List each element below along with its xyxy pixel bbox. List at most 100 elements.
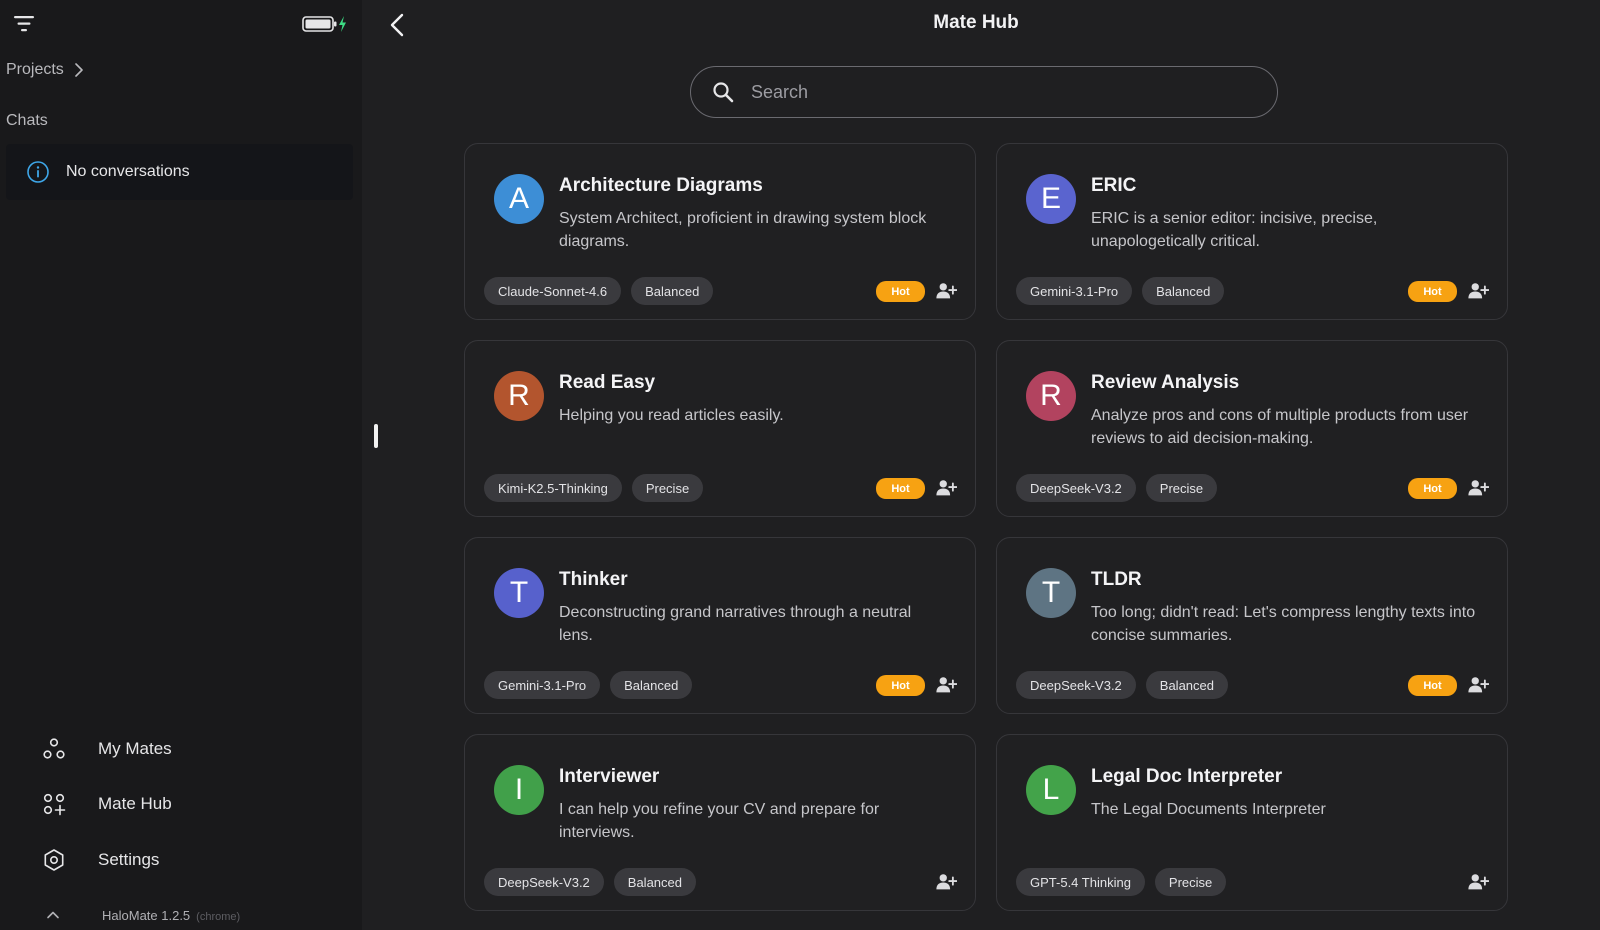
add-user-icon[interactable]: [1467, 280, 1489, 302]
add-user-icon[interactable]: [935, 871, 957, 893]
mate-card[interactable]: I Interviewer I can help you refine your…: [464, 734, 976, 911]
model-tag: DeepSeek-V3.2: [1016, 671, 1136, 699]
mate-description: I can help you refine your CV and prepar…: [559, 801, 880, 841]
model-tag: Gemini-3.1-Pro: [1016, 277, 1133, 305]
hot-badge: Hot: [876, 675, 925, 696]
sidebar-footer: HaloMate 1.2.5 (chrome): [46, 905, 240, 925]
settings-icon: [44, 849, 64, 871]
model-tag: DeepSeek-V3.2: [484, 868, 604, 896]
mates-icon: [43, 738, 65, 759]
search-icon: [713, 82, 734, 103]
mate-description: Helping you read articles easily.: [559, 407, 784, 424]
projects-link[interactable]: Projects: [6, 58, 84, 82]
sidebar-top-bar: [12, 12, 348, 40]
add-user-icon[interactable]: [1467, 674, 1489, 696]
empty-conversations-notice: No conversations: [6, 144, 353, 200]
mate-card[interactable]: A Architecture Diagrams System Architect…: [464, 143, 976, 320]
mate-avatar: L: [1026, 765, 1076, 815]
add-user-icon[interactable]: [935, 280, 957, 302]
info-icon: [27, 161, 49, 183]
mate-description: Too long; didn't read: Let's compress le…: [1091, 604, 1476, 644]
sidebar: Projects Chats No conversations My Mates…: [0, 0, 362, 930]
model-tag: Kimi-K2.5-Thinking: [484, 474, 622, 502]
mate-tags: DeepSeek-V3.2 Precise: [1016, 474, 1218, 502]
mate-description: System Architect, proficient in drawing …: [559, 210, 927, 250]
add-user-icon[interactable]: [1467, 871, 1489, 893]
mate-title: Thinker: [559, 569, 628, 590]
mate-description: Analyze pros and cons of multiple produc…: [1091, 407, 1469, 447]
mate-card[interactable]: R Review Analysis Analyze pros and cons …: [996, 340, 1508, 517]
add-user-icon[interactable]: [1467, 477, 1489, 499]
sidebar-item-label: Settings: [98, 850, 160, 869]
projects-label: Projects: [6, 61, 64, 78]
chats-section-label: Chats: [6, 112, 48, 129]
mate-avatar: E: [1026, 174, 1076, 224]
sidebar-item-mate-hub[interactable]: Mate Hub: [42, 790, 302, 818]
add-user-icon[interactable]: [935, 477, 957, 499]
sidebar-item-label: Mate Hub: [98, 794, 172, 813]
hot-badge: Hot: [1408, 281, 1457, 302]
hot-badge: Hot: [876, 478, 925, 499]
filter-icon[interactable]: [12, 12, 36, 36]
search-bar[interactable]: [690, 66, 1278, 118]
mode-tag: Balanced: [613, 868, 696, 896]
mode-tag: Balanced: [631, 277, 714, 305]
hot-badge: Hot: [1408, 675, 1457, 696]
sidebar-item-my-mates[interactable]: My Mates: [42, 735, 302, 763]
model-tag: DeepSeek-V3.2: [1016, 474, 1136, 502]
mate-description: Deconstructing grand narratives through …: [559, 604, 912, 644]
mate-title: TLDR: [1091, 569, 1142, 590]
mate-card[interactable]: L Legal Doc Interpreter The Legal Docume…: [996, 734, 1508, 911]
mode-tag: Precise: [1154, 868, 1227, 896]
mate-avatar: A: [494, 174, 544, 224]
hot-badge: Hot: [1408, 478, 1457, 499]
mode-tag: Precise: [1145, 474, 1218, 502]
sidebar-item-settings[interactable]: Settings: [42, 846, 302, 874]
mode-tag: Balanced: [1142, 277, 1225, 305]
mate-tags: DeepSeek-V3.2 Balanced: [484, 868, 696, 896]
mate-avatar: T: [1026, 568, 1076, 618]
mate-grid: A Architecture Diagrams System Architect…: [464, 143, 1510, 911]
mate-tags: Claude-Sonnet-4.6 Balanced: [484, 277, 714, 305]
mate-title: Review Analysis: [1091, 372, 1240, 393]
mate-card[interactable]: R Read Easy Helping you read articles ea…: [464, 340, 976, 517]
hot-badge: Hot: [876, 281, 925, 302]
mode-tag: Precise: [631, 474, 704, 502]
chevron-right-icon: [74, 63, 83, 77]
mate-card[interactable]: E ERIC ERIC is a senior editor: incisive…: [996, 143, 1508, 320]
mate-tags: DeepSeek-V3.2 Balanced: [1016, 671, 1228, 699]
mate-tags: Gemini-3.1-Pro Balanced: [484, 671, 693, 699]
mate-title: Legal Doc Interpreter: [1091, 766, 1283, 787]
app-window: Projects Chats No conversations My Mates…: [0, 0, 1600, 930]
search-input[interactable]: [751, 81, 1221, 103]
mode-tag: Balanced: [1145, 671, 1228, 699]
sidebar-item-label: My Mates: [98, 739, 172, 758]
mate-card[interactable]: T Thinker Deconstructing grand narrative…: [464, 537, 976, 714]
mate-tags: Kimi-K2.5-Thinking Precise: [484, 474, 704, 502]
mate-title: ERIC: [1091, 175, 1137, 196]
mate-title: Interviewer: [559, 766, 660, 787]
empty-conversations-text: No conversations: [66, 163, 190, 180]
mate-avatar: I: [494, 765, 544, 815]
mate-avatar: R: [494, 371, 544, 421]
version-text: HaloMate 1.2.5: [102, 907, 191, 923]
mate-description: ERIC is a senior editor: incisive, preci…: [1091, 210, 1378, 250]
environment-text: (chrome): [196, 910, 241, 923]
mate-title: Read Easy: [559, 372, 656, 393]
mate-description: The Legal Documents Interpreter: [1091, 801, 1326, 818]
add-user-icon[interactable]: [935, 674, 957, 696]
mate-card[interactable]: T TLDR Too long; didn't read: Let's comp…: [996, 537, 1508, 714]
mate-tags: Gemini-3.1-Pro Balanced: [1016, 277, 1225, 305]
mate-avatar: T: [494, 568, 544, 618]
mate-avatar: R: [1026, 371, 1076, 421]
model-tag: GPT-5.4 Thinking: [1016, 868, 1145, 896]
model-tag: Gemini-3.1-Pro: [484, 671, 601, 699]
mate-tags: GPT-5.4 Thinking Precise: [1016, 868, 1227, 896]
model-tag: Claude-Sonnet-4.6: [484, 277, 622, 305]
app-version: HaloMate 1.2.5 (chrome): [102, 908, 240, 923]
page-title: Mate Hub: [933, 12, 1019, 33]
chevron-up-icon[interactable]: [46, 910, 60, 920]
main-content: Mate Hub A Architecture Diagrams System …: [362, 0, 1600, 930]
mate-title: Architecture Diagrams: [559, 175, 763, 196]
mode-tag: Balanced: [610, 671, 693, 699]
